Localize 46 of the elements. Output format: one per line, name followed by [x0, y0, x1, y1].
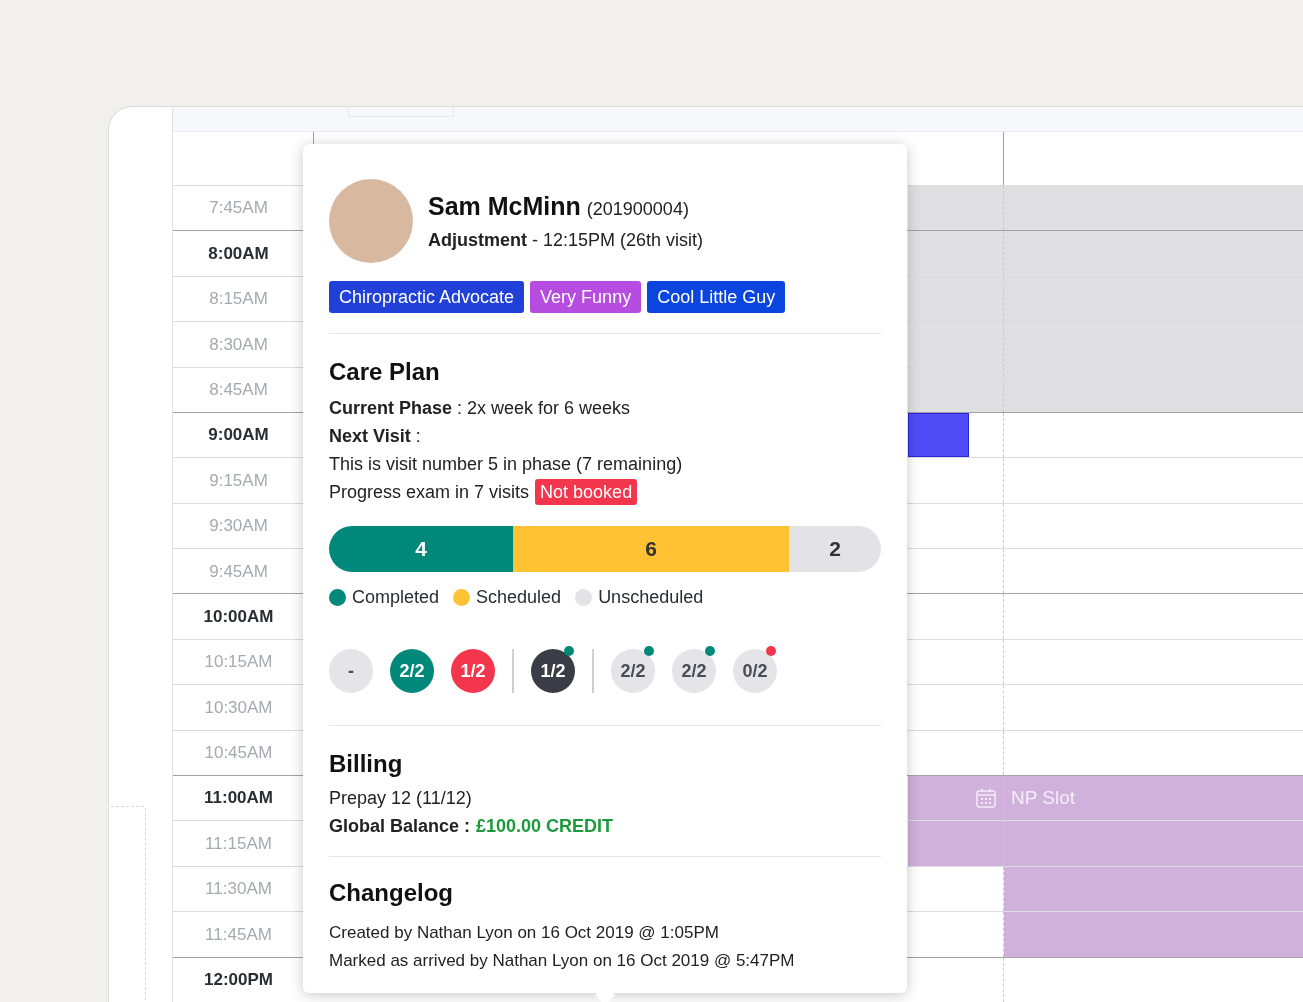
tag: Cool Little Guy — [647, 281, 786, 313]
balance-label: Global Balance : — [329, 815, 471, 838]
billing-line: Prepay 12 (11/12) — [329, 787, 473, 810]
patient-number: (201900004) — [586, 197, 689, 221]
care-plan-line: Next Visit : — [329, 425, 422, 448]
time-label: 9:00AM — [207, 424, 270, 447]
changelog-entry: Marked as arrived by Nathan Lyon on 16 Oct 2019 @ 5:47PM — [329, 950, 796, 972]
legend-label: Unscheduled — [598, 586, 704, 609]
changelog-entry: Created by Nathan Lyon on 16 Oct 2019 @ 1:05PM — [329, 922, 720, 944]
time-label: 9:15AM — [208, 469, 269, 492]
time-label: 10:00AM — [202, 605, 275, 628]
slot-label: NP Slot — [1011, 786, 1076, 810]
time-label: 8:45AM — [208, 378, 269, 401]
time-label: 11:30AM — [204, 878, 273, 901]
time-label: 8:30AM — [208, 333, 269, 356]
time-label: 9:45AM — [208, 560, 269, 583]
time-label: 8:00AM — [207, 242, 270, 265]
section-title: Care Plan — [329, 357, 441, 387]
time-label: 11:15AM — [204, 832, 273, 855]
time-label: 7:45AM — [208, 197, 269, 220]
care-plan-line: Current Phase : 2x week for 6 weeks — [329, 397, 632, 420]
appointment-block[interactable] — [908, 412, 969, 458]
section-title: Billing — [329, 749, 404, 779]
time-label: 9:30AM — [208, 515, 269, 538]
status-badge: Not booked — [535, 479, 638, 505]
time-label: 11:00AM — [203, 787, 274, 810]
time-label: 10:15AM — [203, 651, 274, 674]
section-title: Changelog — [329, 878, 454, 908]
care-plan-line: This is visit number 5 in phase (7 remaining) — [329, 453, 684, 476]
time-label: 10:30AM — [203, 696, 274, 719]
appointment-info: Adjustment - 12:15PM (26th visit) — [428, 229, 704, 253]
tag: Very Funny — [530, 281, 642, 313]
progress-segment: 2 — [789, 526, 881, 572]
care-plan-line: Progress exam in 7 visits — [329, 480, 530, 504]
calendar-icon — [975, 787, 997, 810]
time-label: 11:45AM — [204, 923, 273, 946]
legend-label: Completed — [352, 586, 440, 609]
time-label: 12:00PM — [203, 969, 274, 992]
tag: Chiropractic Advocate — [329, 281, 525, 313]
progress-segment: 6 — [513, 526, 789, 572]
time-label: 8:15AM — [208, 288, 269, 311]
legend-label: Scheduled — [476, 586, 562, 609]
time-label: 10:45AM — [203, 742, 274, 765]
balance-value: £100.00 CREDIT — [476, 815, 614, 838]
patient-name: Sam McMinn — [428, 190, 581, 222]
progress-segment: 4 — [329, 526, 513, 572]
